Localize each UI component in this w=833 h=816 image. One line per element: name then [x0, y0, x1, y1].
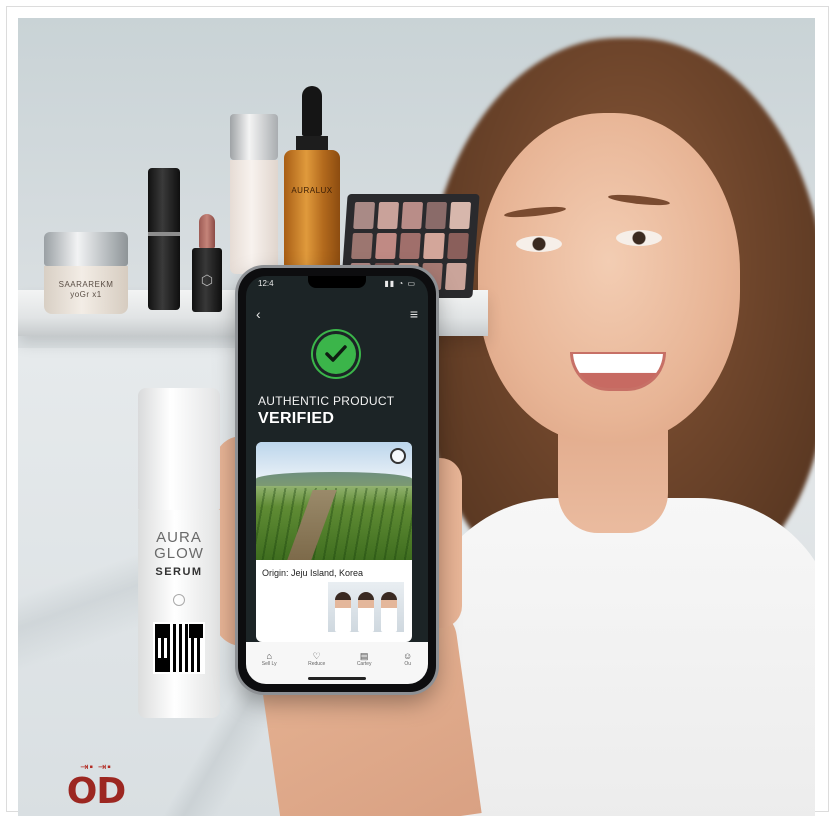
tab-favorites[interactable]: ♡ Reduce	[308, 651, 325, 667]
eyeshadow-pan	[444, 263, 467, 290]
brand-logo: ⇥▪ ⇥▪ OD	[58, 762, 134, 816]
jar-lid	[44, 232, 128, 266]
tab-profile[interactable]: ☺ Ou	[403, 651, 412, 667]
serum-cap	[138, 388, 220, 510]
brand-line2: GLOW	[154, 545, 204, 562]
hills	[256, 472, 412, 486]
crop-rows	[256, 488, 412, 560]
toner-body	[230, 160, 278, 274]
dropper-teat	[302, 86, 322, 136]
origin-text: Origin: Jeju Island, Korea	[262, 568, 364, 578]
qr-code	[153, 622, 205, 674]
eyeshadow-pan	[401, 202, 424, 229]
tab-label: Cartey	[356, 661, 372, 667]
verified-status: VERIFIED	[258, 410, 335, 427]
tab-home[interactable]: ⌂ Sell Ly	[262, 651, 277, 667]
scientist	[357, 592, 374, 632]
dropper-bottle: AURALUX	[284, 86, 340, 272]
origin-card[interactable]: Origin: Jeju Island, Korea	[256, 442, 412, 642]
scientist	[335, 592, 352, 632]
eyeshadow-pan	[423, 232, 445, 260]
tab-list[interactable]: ▤ Cartey	[357, 651, 372, 667]
eyeshadow-pan	[353, 202, 376, 229]
cream-jar: SAARAREKM yoGr x1	[44, 232, 128, 314]
status-bar: 12:4 ▮▮ ◔ ▭	[258, 279, 416, 291]
check-circle-icon	[316, 334, 356, 374]
eyeshadow-pan	[447, 232, 469, 260]
eyeshadow-pan	[375, 232, 397, 260]
signal-wifi-battery-icon: ▮▮ ◔ ▭	[384, 279, 416, 288]
app-nav-bar: ‹ ≡	[256, 306, 418, 322]
white-shirt	[418, 498, 815, 816]
lipstick-closed	[148, 168, 180, 310]
smartphone: 12:4 ▮▮ ◔ ▭ ‹ ≡ AUTHENTIC PRODUCT VERIFI…	[238, 268, 436, 692]
lipstick-open: ⬡	[192, 214, 222, 312]
lab-scientists-photo	[328, 582, 404, 632]
farm-field-photo	[256, 442, 412, 560]
pump-dot	[173, 594, 185, 606]
serum-body: AURA GLOW SERUM	[138, 510, 220, 718]
hamburger-menu-icon[interactable]: ≡	[410, 306, 418, 322]
lipstick-bullet	[199, 214, 215, 248]
dropper-glass: AURALUX	[284, 150, 340, 272]
circle-option-icon[interactable]	[390, 448, 406, 464]
jar-label-line1: SAARAREKM	[58, 280, 114, 289]
home-icon: ⌂	[266, 651, 272, 661]
tab-label: Ou	[404, 661, 411, 667]
eyeshadow-pan	[449, 202, 472, 229]
eyeshadow-pan	[399, 232, 421, 260]
dropper-collar	[296, 136, 328, 150]
product-type: SERUM	[155, 566, 203, 578]
brand-line1: AURA	[156, 529, 202, 546]
hexagon-logo-icon: ⬡	[192, 248, 222, 312]
photo-scene: SAARAREKM yoGr x1 ⬡ AURALUX AURA GLOW SE…	[18, 18, 815, 816]
tab-label: Reduce	[308, 661, 326, 667]
authentic-headline: AUTHENTIC PRODUCT	[258, 394, 395, 408]
logo-text: OD	[66, 771, 127, 812]
toner-cap	[230, 114, 278, 160]
list-icon: ▤	[359, 651, 369, 661]
eyeshadow-pan	[351, 232, 373, 260]
eyeshadow-pan	[377, 202, 400, 229]
scientist	[380, 592, 397, 632]
jar-body: SAARAREKM yoGr x1	[44, 266, 128, 314]
toner-bottle	[230, 114, 278, 274]
face	[478, 113, 740, 443]
status-time: 12:4	[258, 279, 274, 288]
chevron-left-icon[interactable]: ‹	[256, 306, 261, 322]
dropper-label: AURALUX	[291, 186, 333, 195]
tab-label: Sell Ly	[261, 661, 277, 667]
home-indicator[interactable]	[308, 677, 366, 680]
phone-screen: 12:4 ▮▮ ◔ ▭ ‹ ≡ AUTHENTIC PRODUCT VERIFI…	[246, 276, 428, 684]
eyeshadow-pan	[425, 202, 448, 229]
aura-glow-serum-bottle: AURA GLOW SERUM	[138, 388, 220, 718]
jar-label-line2: yoGr x1	[70, 290, 102, 299]
left-eye	[516, 236, 562, 252]
user-icon: ☺	[403, 651, 413, 661]
heart-icon: ♡	[312, 651, 321, 661]
right-eye	[616, 230, 662, 246]
